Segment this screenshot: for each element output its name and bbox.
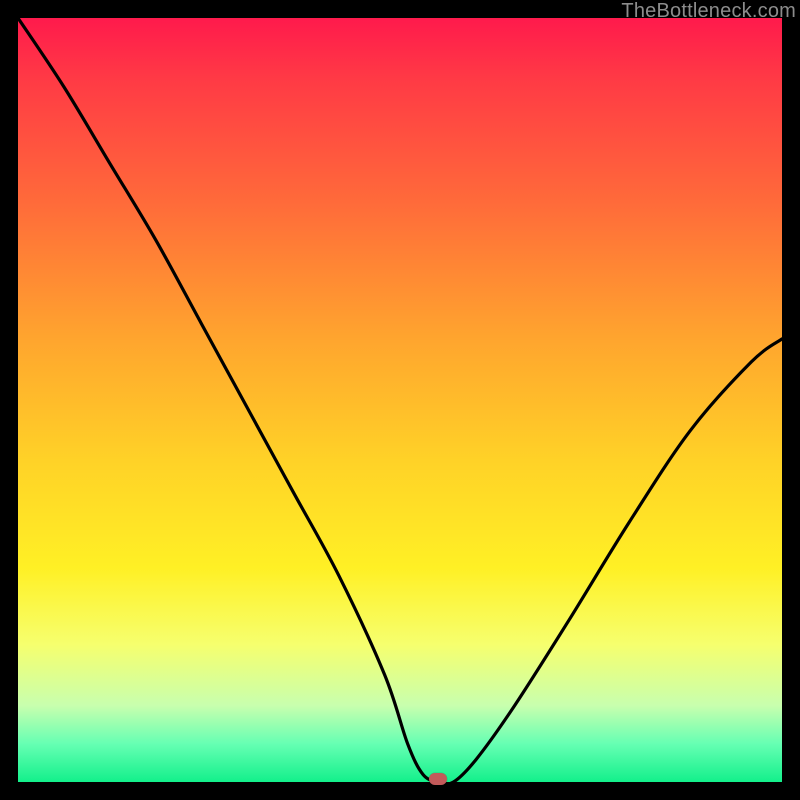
watermark-text: TheBottleneck.com — [621, 0, 796, 23]
bottleneck-curve — [18, 18, 782, 782]
optimal-point-marker — [429, 773, 447, 785]
chart-plot-area — [18, 18, 782, 782]
chart-frame: TheBottleneck.com — [0, 0, 800, 800]
curve-path — [18, 18, 782, 782]
